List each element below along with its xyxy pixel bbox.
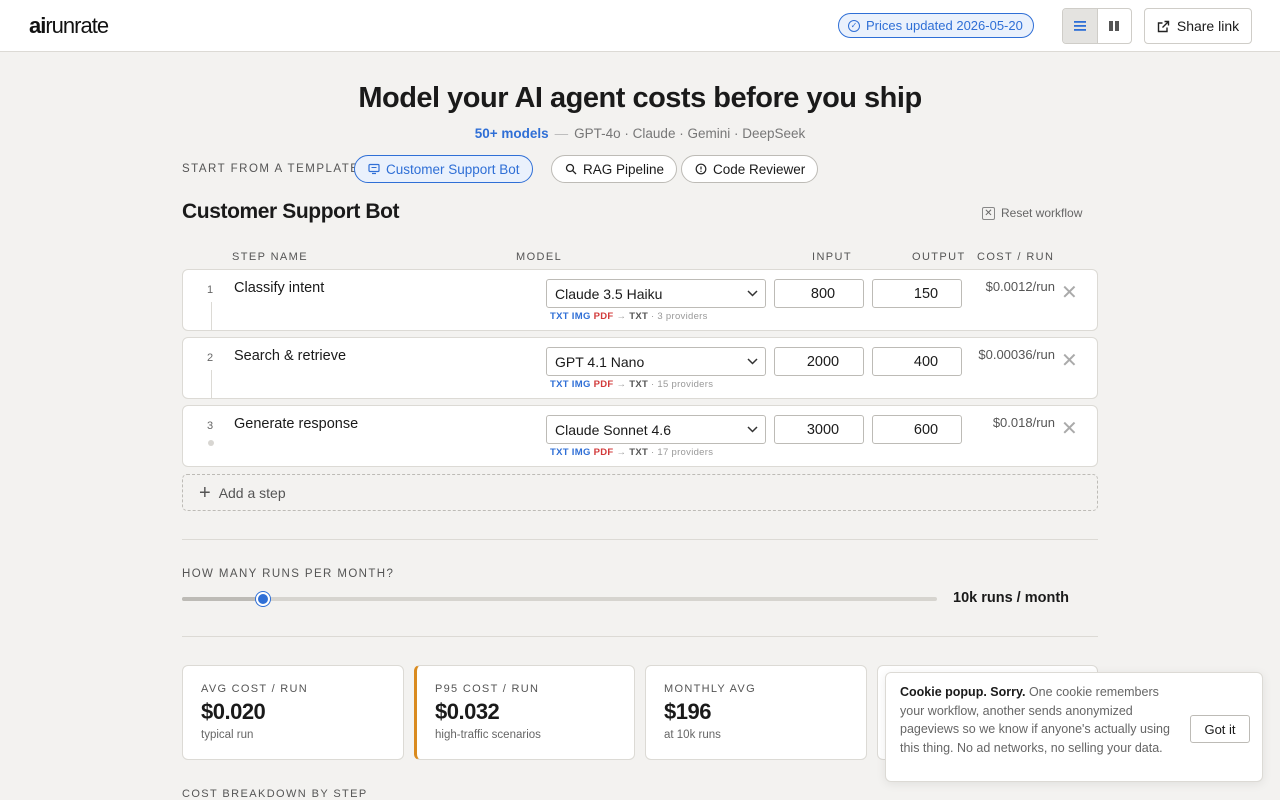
column-view-button[interactable] — [1098, 9, 1132, 43]
add-step-button[interactable]: + Add a step — [182, 474, 1098, 511]
models-summary: 50+ models — GPT-4o · Claude · Gemini · De… — [0, 126, 1280, 141]
share-link-button[interactable]: Share link — [1144, 8, 1252, 44]
step-connector — [211, 302, 212, 330]
list-icon — [1073, 21, 1086, 31]
runs-per-month-value: 10k runs / month — [953, 590, 1070, 606]
got-it-button[interactable]: Got it — [1190, 715, 1250, 743]
output-tokens-field[interactable]: 600 — [872, 415, 962, 444]
monthly-avg-card: MONTHLY AVG $196 at 10k runs — [645, 665, 867, 760]
column-header-output: OUTPUT — [912, 251, 966, 263]
model-select[interactable]: GPT 4.1 Nano — [546, 347, 766, 376]
chat-icon — [368, 163, 380, 175]
top-bar: airunrate ✓ Prices updated 2026-05-20 Sh… — [0, 0, 1280, 52]
code-icon — [695, 163, 707, 175]
step-cost: $0.00036/run — [978, 347, 1055, 362]
column-header-input: INPUT — [812, 251, 852, 263]
step-name-input[interactable]: Generate response — [234, 416, 358, 432]
view-toggle — [1062, 8, 1132, 44]
workflow-step: 3 Generate response Claude Sonnet 4.6 TX… — [182, 405, 1098, 467]
output-tokens-field[interactable]: 150 — [872, 279, 962, 308]
slider-fill — [182, 597, 263, 601]
input-tokens-field[interactable]: 800 — [774, 279, 864, 308]
avg-cost-card: AVG COST / RUN $0.020 typical run — [182, 665, 404, 760]
check-circle-icon: ✓ — [848, 19, 860, 32]
workflow-title: Customer Support Bot — [182, 200, 400, 223]
column-header-cost: COST / RUN — [977, 251, 1055, 263]
step-cost: $0.0012/run — [985, 279, 1055, 294]
step-name-input[interactable]: Search & retrieve — [234, 348, 346, 364]
columns-icon — [1109, 21, 1120, 31]
list-view-button[interactable] — [1063, 9, 1098, 43]
search-icon — [565, 163, 577, 175]
chevron-down-icon — [739, 290, 765, 297]
step-number: 3 — [207, 420, 214, 432]
prices-updated-label: Prices updated 2026-05-20 — [866, 18, 1023, 33]
remove-step-button[interactable]: ✕ — [1061, 351, 1078, 371]
template-customer-support-bot[interactable]: Customer Support Bot — [354, 155, 533, 183]
input-tokens-field[interactable]: 3000 — [774, 415, 864, 444]
plus-icon: + — [199, 481, 211, 504]
model-select[interactable]: Claude 3.5 Haiku — [546, 279, 766, 308]
template-code-reviewer[interactable]: Code Reviewer — [681, 155, 819, 183]
model-capabilities: TXT IMG PDF → TXT · 15 providers — [550, 379, 714, 390]
step-connector — [211, 370, 212, 398]
prices-updated-badge: ✓ Prices updated 2026-05-20 — [838, 13, 1034, 38]
step-number: 1 — [207, 284, 214, 296]
output-tokens-field[interactable]: 400 — [872, 347, 962, 376]
remove-step-button[interactable]: ✕ — [1061, 419, 1078, 439]
divider — [182, 636, 1098, 637]
workflow-step: 1 Classify intent Claude 3.5 Haiku TXT I… — [182, 269, 1098, 331]
reset-workflow-button[interactable]: ✕ Reset workflow — [982, 206, 1082, 220]
column-header-step-name: STEP NAME — [232, 251, 308, 263]
input-tokens-field[interactable]: 2000 — [774, 347, 864, 376]
step-cost: $0.018/run — [992, 415, 1055, 430]
separator: — — [554, 126, 569, 141]
model-capabilities: TXT IMG PDF → TXT · 17 providers — [550, 447, 714, 458]
template-rag-pipeline[interactable]: RAG Pipeline — [551, 155, 678, 183]
chevron-down-icon — [739, 358, 765, 365]
cookie-popup: Cookie popup. Sorry. One cookie remember… — [885, 672, 1263, 782]
cookie-message: Cookie popup. Sorry. One cookie remember… — [900, 685, 1170, 755]
slider-thumb[interactable] — [255, 592, 270, 606]
remove-step-button[interactable]: ✕ — [1061, 283, 1078, 303]
divider — [182, 539, 1098, 540]
column-header-model: MODEL — [516, 251, 563, 263]
step-name-input[interactable]: Classify intent — [234, 280, 324, 296]
logo[interactable]: airunrate — [29, 13, 109, 39]
step-number: 2 — [207, 352, 214, 364]
workflow-step: 2 Search & retrieve GPT 4.1 Nano TXT IMG… — [182, 337, 1098, 399]
template-label: START FROM A TEMPLATE: — [182, 163, 365, 175]
model-select[interactable]: Claude Sonnet 4.6 — [546, 415, 766, 444]
p95-cost-card: P95 COST / RUN $0.032 high-traffic scena… — [414, 665, 635, 760]
models-count-link[interactable]: 50+ models — [475, 126, 549, 141]
chevron-down-icon — [739, 426, 765, 433]
model-capabilities: TXT IMG PDF → TXT · 3 providers — [550, 311, 708, 322]
cost-breakdown-heading: COST BREAKDOWN BY STEP — [182, 788, 368, 800]
external-link-icon — [1157, 20, 1170, 32]
share-link-label: Share link — [1176, 18, 1240, 34]
page-title: Model your AI agent costs before you shi… — [358, 82, 922, 114]
runs-slider[interactable] — [182, 592, 937, 606]
step-end-dot — [208, 440, 214, 446]
close-icon: ✕ — [982, 206, 995, 220]
runs-per-month-label: HOW MANY RUNS PER MONTH? — [182, 568, 395, 580]
models-list: GPT-4o · Claude · Gemini · DeepSeek — [574, 126, 806, 141]
